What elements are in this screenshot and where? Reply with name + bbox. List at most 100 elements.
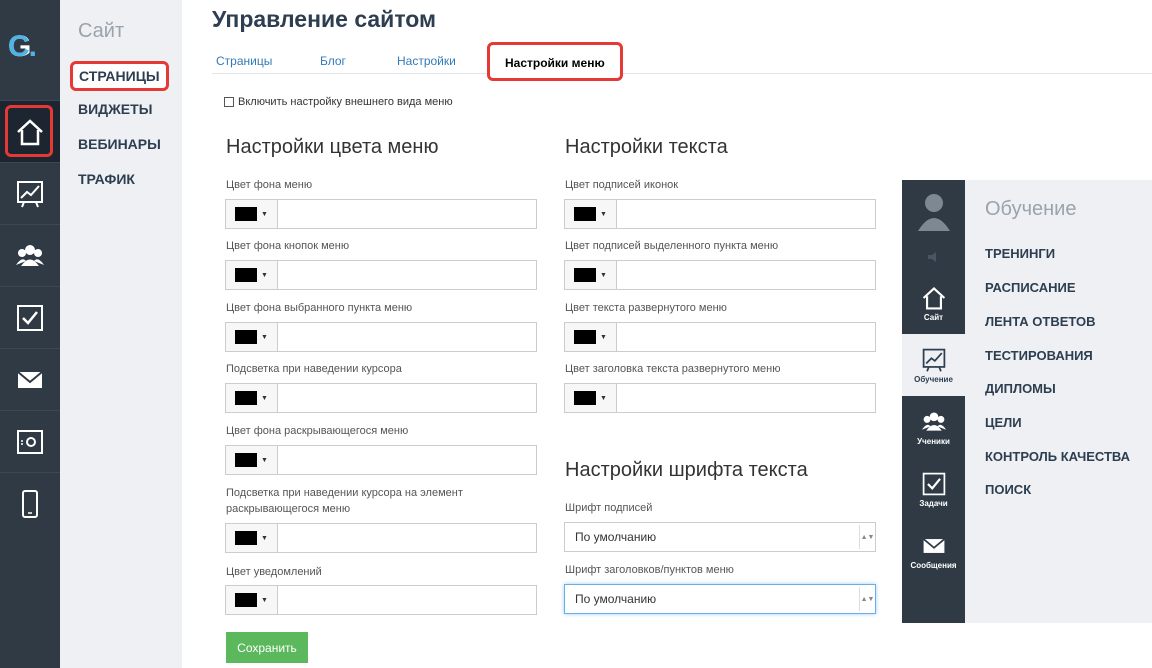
field-label: Цвет фона кнопок меню <box>226 240 350 252</box>
checkbox-icon <box>922 472 945 495</box>
color-text-input[interactable] <box>278 261 536 289</box>
preview-item-messages[interactable]: Сообщения <box>902 520 965 582</box>
preview-link[interactable]: ДИПЛОМЫ <box>985 381 1056 396</box>
caret-down-icon: ▼ <box>261 333 268 341</box>
color-field-notifications: ▼ <box>225 585 537 615</box>
safe-icon <box>17 429 43 454</box>
field-label: Цвет фона выбранного пункта меню <box>226 302 413 314</box>
preview-link[interactable]: ЦЕЛИ <box>985 415 1022 430</box>
color-text-input[interactable] <box>617 261 875 289</box>
color-field-icon-captions: ▼ <box>564 199 876 229</box>
field-label-line: раскрывающегося меню <box>226 503 351 515</box>
section-item-pages[interactable]: СТРАНИЦЫ <box>70 61 169 91</box>
color-picker-button[interactable]: ▼ <box>565 200 617 228</box>
field-label: Цвет уведомлений <box>226 566 322 578</box>
color-field-menu-bg: ▼ <box>225 199 537 229</box>
field-label-line: Подсветка при наведении курсора на элеме… <box>226 487 463 499</box>
color-picker-button[interactable]: ▼ <box>226 524 278 552</box>
preview-sound <box>902 242 965 272</box>
preview-item-learning[interactable]: Обучение <box>902 334 965 396</box>
home-highlight <box>5 105 53 157</box>
rail-mobile[interactable] <box>0 472 60 534</box>
color-picker-button[interactable]: ▼ <box>565 261 617 289</box>
preview-link[interactable]: КОНТРОЛЬ КАЧЕСТВА <box>985 449 1130 464</box>
preview-item-label: Сообщения <box>910 560 957 570</box>
field-label: Цвет текста развернутого меню <box>565 302 727 314</box>
caret-down-icon: ▼ <box>600 333 607 341</box>
color-field-selected-captions: ▼ <box>564 260 876 290</box>
color-text-input[interactable] <box>617 384 875 412</box>
rail-tasks[interactable] <box>0 286 60 348</box>
field-label: Цвет заголовка текста развернутого меню <box>565 363 781 375</box>
color-field-hover: ▼ <box>225 383 537 413</box>
color-picker-button[interactable]: ▼ <box>226 261 278 289</box>
rail-chart[interactable] <box>0 162 60 224</box>
color-swatch <box>235 207 258 221</box>
preview-link[interactable]: ТЕСТИРОВАНИЯ <box>985 348 1093 363</box>
enable-menu-style-row[interactable]: Включить настройку внешнего вида меню <box>224 96 453 108</box>
section-item-webinars[interactable]: ВЕБИНАРЫ <box>78 136 161 152</box>
preview-item-site[interactable]: Сайт <box>902 272 965 334</box>
rail-safe[interactable] <box>0 410 60 472</box>
chart-icon <box>17 180 43 207</box>
tab-menu-settings[interactable]: Настройки меню <box>487 42 623 81</box>
enable-menu-style-checkbox[interactable] <box>224 97 234 107</box>
preview-link[interactable]: ПОИСК <box>985 482 1031 497</box>
phone-icon <box>22 489 38 518</box>
color-section-title: Настройки цвета меню <box>226 136 439 158</box>
section-item-traffic[interactable]: ТРАФИК <box>78 171 135 187</box>
rail-users[interactable] <box>0 224 60 286</box>
color-picker-button[interactable]: ▼ <box>226 323 278 351</box>
preview-item-label: Сайт <box>923 312 944 322</box>
tab-pages[interactable]: Страницы <box>216 54 272 68</box>
users-icon <box>921 411 946 431</box>
select-value: По умолчанию <box>575 592 657 606</box>
preview-item-students[interactable]: Ученики <box>902 396 965 458</box>
heading-font-select[interactable]: По умолчанию ▲▼ <box>564 584 876 614</box>
caret-down-icon: ▼ <box>261 271 268 279</box>
color-text-input[interactable] <box>278 384 536 412</box>
preview-link[interactable]: ТРЕНИНГИ <box>985 246 1055 261</box>
color-text-input[interactable] <box>617 323 875 351</box>
tab-settings[interactable]: Настройки <box>397 54 456 68</box>
avatar <box>902 180 965 242</box>
section-title: Сайт <box>78 20 125 42</box>
preview-link[interactable]: ЛЕНТА ОТВЕТОВ <box>985 314 1096 329</box>
color-field-button-bg: ▼ <box>225 260 537 290</box>
caret-down-icon: ▼ <box>261 456 268 464</box>
color-picker-button[interactable]: ▼ <box>226 446 278 474</box>
caret-down-icon: ▼ <box>261 210 268 218</box>
caret-down-icon: ▼ <box>600 210 607 218</box>
save-button[interactable]: Сохранить <box>226 632 308 663</box>
color-text-input[interactable] <box>278 446 536 474</box>
caret-down-icon: ▼ <box>261 596 268 604</box>
select-value: По умолчанию <box>575 530 657 544</box>
section-item-widgets[interactable]: ВИДЖЕТЫ <box>78 101 152 117</box>
chart-icon <box>922 348 945 372</box>
color-picker-button[interactable]: ▼ <box>565 384 617 412</box>
caption-font-select[interactable]: По умолчанию ▲▼ <box>564 522 876 552</box>
color-text-input[interactable] <box>278 524 536 552</box>
logo-text-accent: C. <box>8 30 37 63</box>
color-picker-button[interactable]: ▼ <box>565 323 617 351</box>
logo-mark: G C. <box>0 2 60 63</box>
color-text-input[interactable] <box>278 323 536 351</box>
color-picker-button[interactable]: ▼ <box>226 586 278 614</box>
color-swatch <box>574 391 597 405</box>
color-field-dropdown-bg: ▼ <box>225 445 537 475</box>
color-field-dropdown-hover: ▼ <box>225 523 537 553</box>
color-picker-button[interactable]: ▼ <box>226 200 278 228</box>
field-label: Цвет фона раскрывающегося меню <box>226 425 409 437</box>
color-text-input[interactable] <box>278 586 536 614</box>
preview-item-tasks[interactable]: Задачи <box>902 458 965 520</box>
preview-link[interactable]: РАСПИСАНИЕ <box>985 280 1076 295</box>
caret-down-icon: ▼ <box>600 394 607 402</box>
rail-mail[interactable] <box>0 348 60 410</box>
field-label: Шрифт подписей <box>565 502 653 514</box>
color-picker-button[interactable]: ▼ <box>226 384 278 412</box>
color-text-input[interactable] <box>278 200 536 228</box>
tab-blog[interactable]: Блог <box>320 54 346 68</box>
checkbox-icon <box>17 304 43 331</box>
logo[interactable]: G C. <box>0 0 60 63</box>
color-text-input[interactable] <box>617 200 875 228</box>
